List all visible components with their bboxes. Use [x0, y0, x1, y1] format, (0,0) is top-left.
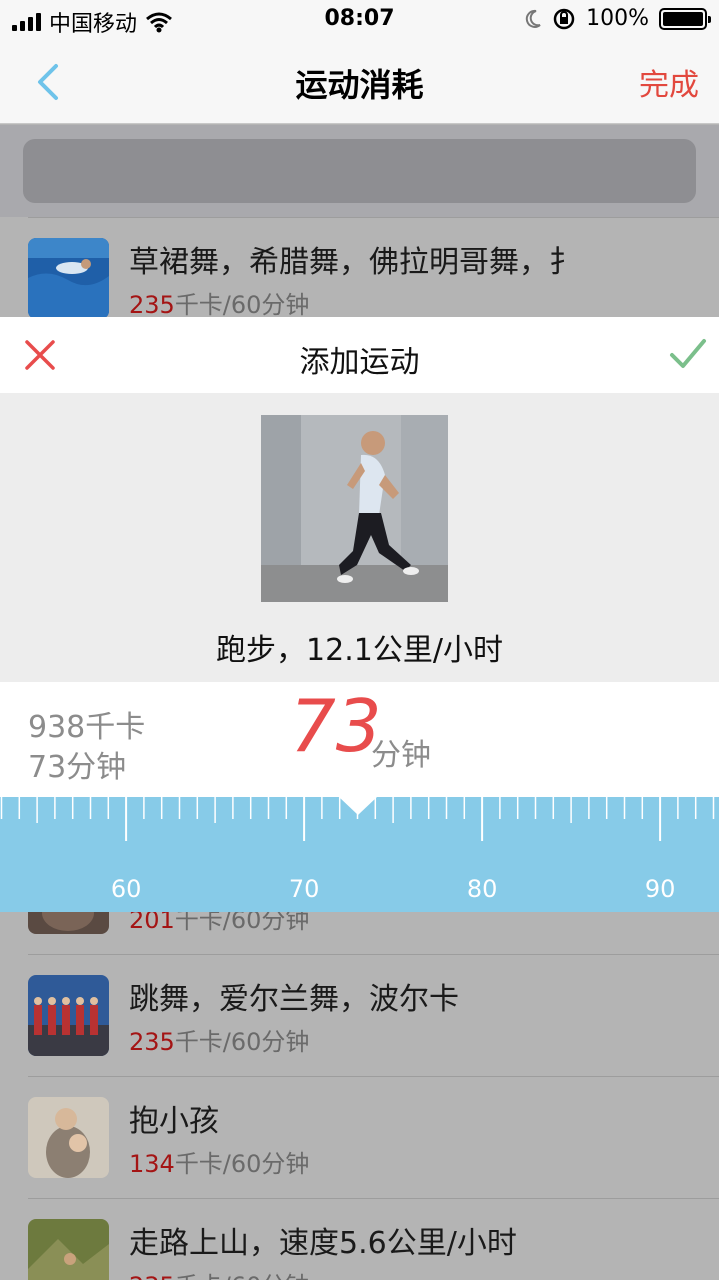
ruler-pointer-icon — [339, 797, 377, 815]
exercise-thumbnail — [28, 1097, 109, 1178]
summary-minutes: 73分钟 — [28, 750, 127, 785]
kcal-value: 235 — [129, 1272, 175, 1280]
search-bar-area — [0, 125, 719, 217]
exercise-photo — [261, 415, 448, 602]
exercise-name: 跳舞，爱尔兰舞，波尔卡 — [129, 982, 459, 1017]
kcal-value: 134 — [129, 1150, 175, 1178]
exercise-kcal: 235千卡/60分钟 — [129, 285, 309, 320]
divider — [28, 217, 719, 218]
divider — [28, 1198, 719, 1199]
done-button[interactable]: 完成 — [639, 60, 699, 104]
status-bar: 中国移动 08:07 100% — [0, 0, 719, 40]
nav-bar: 运动消耗 完成 — [0, 40, 719, 124]
exercise-thumbnail — [28, 238, 109, 319]
duration-summary: 938千卡 73分钟 73 分钟 — [0, 682, 719, 797]
kcal-unit: 千卡/60分钟 — [175, 1272, 310, 1280]
kcal-unit: 千卡/60分钟 — [174, 1150, 310, 1178]
search-input[interactable] — [23, 139, 696, 203]
exercise-name: 草裙舞，希腊舞，佛拉明哥舞，扌 — [129, 245, 579, 280]
moon-icon — [525, 9, 541, 28]
list-item[interactable]: 跳舞，爱尔兰舞，波尔卡 235千卡/60分钟 — [0, 954, 719, 1076]
add-exercise-body: 跑步，12.1公里/小时 — [0, 393, 719, 682]
page-title: 运动消耗 — [295, 66, 424, 104]
divider — [28, 954, 719, 955]
add-exercise-header: 添加运动 — [0, 317, 719, 393]
exercise-kcal: 235千卡/60分钟 — [129, 1266, 309, 1280]
ruler-label: 70 — [289, 875, 320, 903]
battery-percent: 100% — [586, 6, 649, 31]
status-right: 100% — [524, 6, 711, 31]
exercise-kcal: 235千卡/60分钟 — [129, 1022, 309, 1057]
kcal-value: 235 — [129, 291, 175, 319]
exercise-kcal: 134千卡/60分钟 — [129, 1144, 309, 1179]
kcal-unit: 千卡/60分钟 — [174, 291, 310, 319]
exercise-thumbnail — [28, 1219, 109, 1280]
exercise-name: 走路上山，速度5.6公里/小时 — [129, 1226, 517, 1261]
exercise-thumbnail — [28, 975, 109, 1056]
ruler-label: 90 — [645, 875, 676, 903]
battery-icon — [659, 7, 711, 30]
duration-ruler-slider[interactable]: 60 70 80 90 — [0, 797, 719, 912]
ruler-label: 80 — [467, 875, 498, 903]
list-item[interactable]: 抱小孩 134千卡/60分钟 — [0, 1076, 719, 1198]
divider — [28, 1076, 719, 1077]
minutes-unit: 分钟 — [371, 738, 431, 773]
kcal-value: 235 — [129, 1028, 175, 1056]
ruler-label: 60 — [111, 875, 142, 903]
exercise-name: 抱小孩 — [129, 1104, 219, 1139]
confirm-check-icon[interactable] — [669, 337, 707, 371]
modal-title: 添加运动 — [299, 345, 420, 380]
rotation-lock-icon — [553, 8, 575, 29]
selected-exercise-name: 跑步，12.1公里/小时 — [216, 633, 503, 668]
kcal-unit: 千卡/60分钟 — [174, 1028, 310, 1056]
summary-kcal: 938千卡 — [28, 710, 146, 745]
selected-minutes-value: 73 — [290, 684, 382, 768]
list-item[interactable]: 走路上山，速度5.6公里/小时 235千卡/60分钟 — [0, 1198, 719, 1280]
